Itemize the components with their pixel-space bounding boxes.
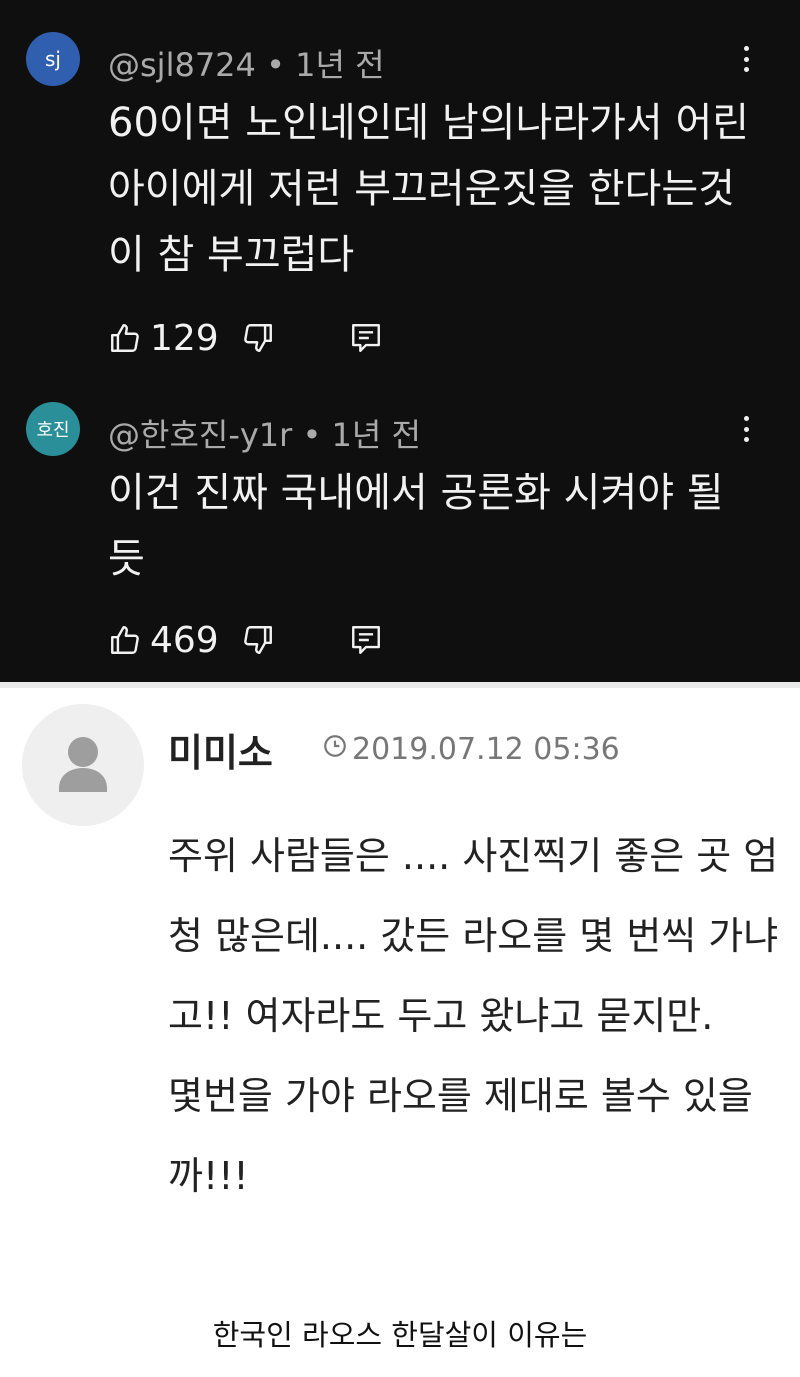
default-avatar-icon[interactable] bbox=[22, 704, 144, 826]
meta-separator: • bbox=[255, 46, 296, 84]
comment-time[interactable]: 1년 전 bbox=[332, 416, 421, 454]
comment-text: 60이면 노인네인데 남의나라가서 어린아이에게 저런 부끄러운짓을 한다는것이… bbox=[108, 100, 750, 278]
dislike-icon[interactable] bbox=[241, 623, 275, 657]
comment-author[interactable]: @sjl8724 bbox=[108, 46, 256, 84]
comment-time[interactable]: 1년 전 bbox=[295, 46, 384, 84]
more-options-icon[interactable] bbox=[736, 44, 756, 74]
cafe-comment-text: 주위 사람들은 .... 사진찍기 좋은 곳 엄청 많은데.... 갔든 라오를… bbox=[168, 834, 779, 1198]
comment-actions: 469 bbox=[108, 619, 383, 661]
comment-author[interactable]: @한호진-y1r bbox=[108, 416, 292, 454]
youtube-comments-section: sj @sjl8724 • 1년 전 60이면 노인네인데 남의나라가서 어린아… bbox=[0, 0, 800, 682]
cafe-username[interactable]: 미미소 bbox=[168, 722, 273, 777]
reply-icon[interactable] bbox=[349, 321, 383, 355]
avatar-initials: 호진 bbox=[36, 420, 70, 441]
comment-meta: @한호진-y1r • 1년 전 bbox=[108, 410, 421, 456]
comment-meta: @sjl8724 • 1년 전 bbox=[108, 40, 385, 86]
reply-icon[interactable] bbox=[349, 623, 383, 657]
meta-separator: • bbox=[292, 416, 332, 454]
comment-actions: 129 bbox=[108, 317, 383, 359]
dislike-icon[interactable] bbox=[241, 321, 275, 355]
avatar-initials: sj bbox=[45, 47, 61, 71]
like-count: 129 bbox=[150, 317, 219, 359]
more-options-icon[interactable] bbox=[736, 414, 756, 444]
avatar[interactable]: sj bbox=[26, 32, 80, 86]
cafe-datetime-text: 2019.07.12 05:36 bbox=[352, 732, 620, 767]
clock-icon bbox=[322, 732, 348, 767]
like-count: 469 bbox=[150, 619, 219, 661]
avatar[interactable]: 호진 bbox=[26, 402, 80, 456]
like-icon[interactable] bbox=[108, 321, 142, 355]
cafe-datetime: 2019.07.12 05:36 bbox=[322, 732, 620, 767]
comment-text: 이건 진짜 국내에서 공론화 시켜야 될듯 bbox=[108, 470, 724, 582]
like-icon[interactable] bbox=[108, 623, 142, 657]
image-caption: 한국인 라오스 한달살이 이유는 bbox=[212, 1318, 588, 1352]
